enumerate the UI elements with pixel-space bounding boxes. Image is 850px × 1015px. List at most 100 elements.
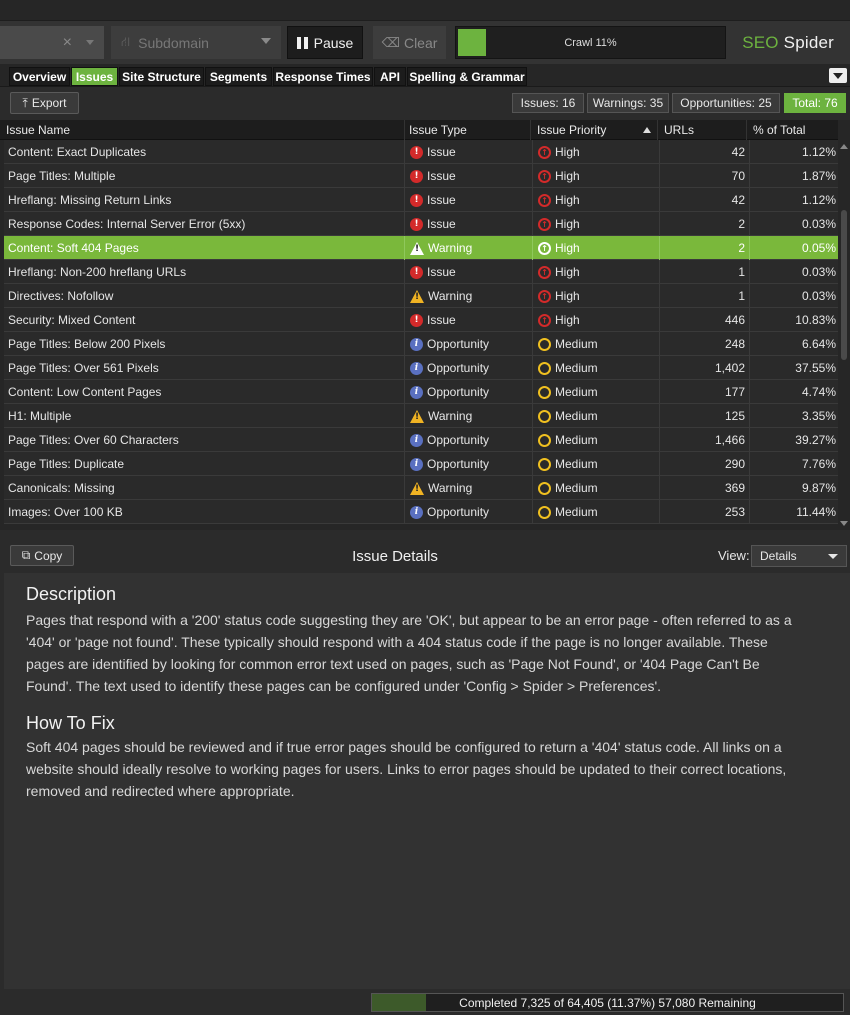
- cell-issue-type: ! Issue: [405, 140, 533, 164]
- scrollbar-thumb[interactable]: [841, 210, 847, 360]
- opportunity-icon: i: [410, 361, 423, 375]
- cell-urls: 1,402: [660, 356, 750, 380]
- col-header-pct-total[interactable]: % of Total: [747, 120, 838, 140]
- table-row[interactable]: Hreflang: Missing Return Links! Issue ↑ Hig…: [4, 188, 840, 212]
- medium-priority-icon: [538, 457, 551, 471]
- issue-type-label: Warning: [428, 289, 473, 303]
- medium-priority-icon: [538, 337, 551, 351]
- cell-issue-priority: ↑ High: [533, 236, 660, 260]
- total-count-badge[interactable]: Total: 76: [784, 93, 846, 113]
- scroll-up-icon[interactable]: [840, 144, 848, 149]
- app-logo: SEO Spider: [742, 33, 834, 53]
- cell-pct-total: 7.76%: [801, 457, 836, 471]
- pause-button[interactable]: Pause: [287, 26, 363, 59]
- col-header-urls[interactable]: URLs: [658, 120, 747, 140]
- col-header-issue-name[interactable]: Issue Name: [0, 120, 405, 140]
- url-field[interactable]: ×: [0, 26, 104, 59]
- issue-priority-label: Medium: [555, 457, 598, 471]
- tab-issues[interactable]: Issues: [71, 67, 118, 86]
- issue-type-label: Opportunity: [427, 457, 490, 471]
- issue-priority-label: Medium: [555, 361, 598, 375]
- tab-overview[interactable]: Overview: [9, 67, 70, 86]
- url-dropdown-icon[interactable]: [86, 40, 94, 45]
- export-button[interactable]: ⤒ Export: [10, 92, 79, 114]
- col-header-issue-type[interactable]: Issue Type: [403, 120, 531, 140]
- issue-icon: !: [410, 313, 423, 327]
- cell-urls: 369: [660, 476, 750, 500]
- table-row[interactable]: Page Titles: Duplicate i Opportunity Medium…: [4, 452, 840, 476]
- issue-priority-label: Medium: [555, 385, 598, 399]
- issue-type-label: Issue: [427, 265, 456, 279]
- table-row[interactable]: Content: Low Content Pages i Opportunity Me…: [4, 380, 840, 404]
- tab-api[interactable]: API: [374, 67, 406, 86]
- cell-pct-total: 1.87%: [801, 169, 836, 183]
- col-header-issue-priority[interactable]: Issue Priority: [531, 120, 658, 140]
- table-row[interactable]: Page Titles: Below 200 Pixels i Opportunit…: [4, 332, 840, 356]
- cell-pct-total: 10.83%: [795, 313, 836, 327]
- tab-site-structure[interactable]: Site Structure: [119, 67, 204, 86]
- cell-urls: 177: [660, 380, 750, 404]
- cell-issue-type: i Opportunity: [405, 500, 533, 524]
- table-row[interactable]: Hreflang: Non-200 hreflang URLs! Issue ↑ Hi…: [4, 260, 840, 284]
- high-priority-icon: ↑: [538, 241, 551, 255]
- subdomain-label: Subdomain: [138, 34, 209, 51]
- warnings-count-badge[interactable]: Warnings: 35: [587, 93, 669, 113]
- tab-overflow-menu-button[interactable]: [829, 68, 847, 83]
- clear-url-icon[interactable]: ×: [63, 34, 72, 52]
- opportunity-icon: i: [410, 385, 423, 399]
- table-scrollbar[interactable]: [838, 140, 850, 530]
- sitemap-icon: ⛙: [121, 33, 131, 49]
- table-row[interactable]: Response Codes: Internal Server Error (5…: [4, 212, 840, 236]
- subdomain-select[interactable]: ⛙ Subdomain: [111, 26, 281, 59]
- cell-issue-type: i Opportunity: [405, 452, 533, 476]
- cell-pct-total: 1.12%: [801, 193, 836, 207]
- cell-pct-total: 39.27%: [795, 433, 836, 447]
- cell-pct-total: 37.55%: [795, 361, 836, 375]
- table-row[interactable]: Directives: Nofollow Warning ↑ High 1 0.03%: [4, 284, 840, 308]
- issue-priority-label: Medium: [555, 481, 598, 495]
- table-row[interactable]: Images: Over 100 KB i Opportunity Medium 253…: [4, 500, 840, 524]
- cell-pct-total: 0.03%: [801, 289, 836, 303]
- cell-issue-type: ! Issue: [405, 212, 533, 236]
- table-row[interactable]: Page Titles: Over 60 Characters i Opportun…: [4, 428, 840, 452]
- tab-spelling-grammar[interactable]: Spelling & Grammar: [407, 67, 527, 86]
- warning-icon: [410, 241, 424, 255]
- clear-button[interactable]: ⌫ Clear: [373, 26, 446, 59]
- issue-type-label: Issue: [427, 145, 456, 159]
- cell-pct-total: 0.05%: [801, 241, 836, 255]
- issues-count-badge[interactable]: Issues: 16: [512, 93, 584, 113]
- status-text: Completed 7,325 of 64,405 (11.37%) 57,08…: [459, 995, 756, 1010]
- table-row[interactable]: Content: Exact Duplicates! Issue ↑ High 42 1.…: [4, 140, 840, 164]
- description-text: Pages that respond with a '200' status c…: [26, 612, 792, 694]
- cell-issue-priority: Medium: [533, 356, 660, 380]
- cell-pct-total: 4.74%: [801, 385, 836, 399]
- cell-urls: 248: [660, 332, 750, 356]
- cell-urls: 42: [660, 140, 750, 164]
- tab-bar: Overview Issues Site Structure Segments …: [0, 64, 850, 87]
- table-row[interactable]: Security: Mixed Content! Issue ↑ High 446 10.…: [4, 308, 840, 332]
- scroll-down-icon[interactable]: [840, 521, 848, 526]
- table-row[interactable]: Page Titles: Multiple! Issue ↑ High 70 1.87%: [4, 164, 840, 188]
- table-row[interactable]: Content: Soft 404 Pages Warning ↑ High 2 0.05…: [4, 236, 840, 260]
- tab-response-times[interactable]: Response Times: [273, 67, 373, 86]
- issue-type-label: Issue: [427, 193, 456, 207]
- opportunity-icon: i: [410, 505, 423, 519]
- action-bar: ⤒ Export Issues: 16 Warnings: 35 Opportu…: [0, 88, 850, 119]
- details-toolbar: ⧉ Copy Issue Details View: Details: [0, 540, 850, 572]
- table-row[interactable]: H1: Multiple Warning Medium 125 3.35%: [4, 404, 840, 428]
- brand-prefix: SEO: [742, 33, 779, 52]
- cell-issue-priority: ↑ High: [533, 212, 660, 236]
- cell-urls: 446: [660, 308, 750, 332]
- view-select[interactable]: Details: [751, 545, 847, 567]
- table-row[interactable]: Page Titles: Over 561 Pixels i Opportunity…: [4, 356, 840, 380]
- cell-issue-priority: Medium: [533, 428, 660, 452]
- toolbar: × ⛙ Subdomain Pause ⌫ Clear Crawl 11% SE…: [0, 21, 850, 64]
- opportunities-count-badge[interactable]: Opportunities: 25: [672, 93, 780, 113]
- cell-urls: 42: [660, 188, 750, 212]
- tab-segments[interactable]: Segments: [205, 67, 272, 86]
- table-row[interactable]: Canonicals: Missing Warning Medium 369 9.87%: [4, 476, 840, 500]
- cell-issue-priority: Medium: [533, 500, 660, 524]
- cell-urls: 70: [660, 164, 750, 188]
- warning-icon: [410, 409, 424, 423]
- status-progress: Completed 7,325 of 64,405 (11.37%) 57,08…: [371, 993, 844, 1012]
